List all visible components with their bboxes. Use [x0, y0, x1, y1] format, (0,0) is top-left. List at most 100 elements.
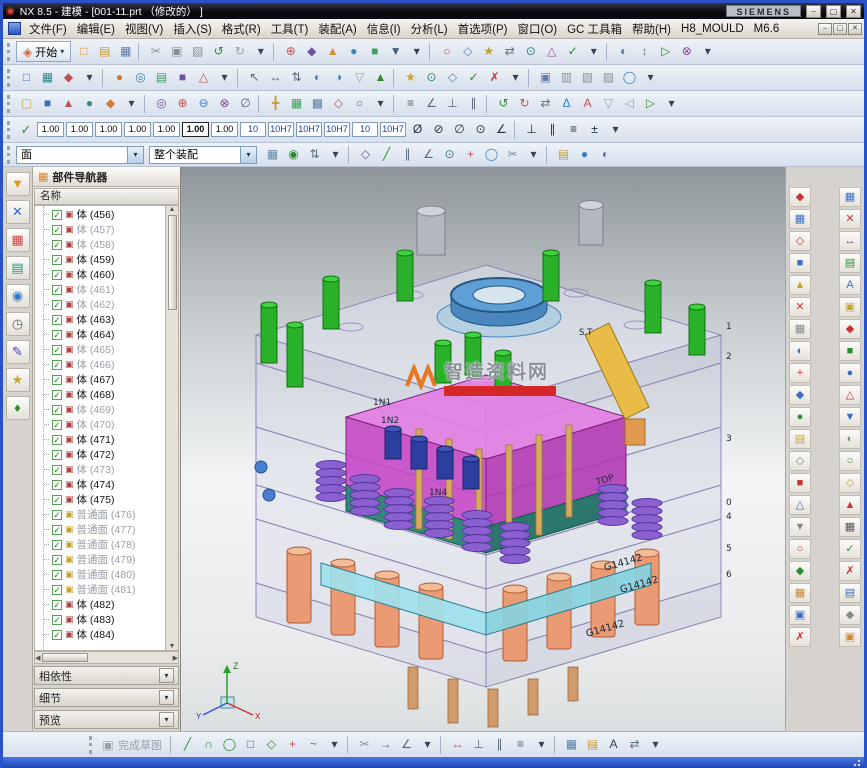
toolbar-icon[interactable]: ⇄ [535, 93, 556, 114]
toolbar-icon[interactable]: ▦ [561, 734, 582, 755]
toolbar-icon[interactable]: ▨ [598, 67, 619, 88]
list-item[interactable]: ✓ ▣ 体 (458) [44, 237, 165, 252]
toolbar-icon[interactable]: ◆ [839, 605, 861, 625]
toolbar-icon[interactable]: ✗ [789, 627, 811, 647]
toolbar-icon[interactable] [546, 146, 551, 164]
toolbar-icon[interactable]: ▾ [406, 41, 427, 62]
list-item[interactable]: ✓ ▣ 体 (467) [44, 372, 165, 387]
menu-item[interactable]: H8_MOULD [676, 22, 749, 36]
toolbar-icon[interactable]: ◇ [839, 473, 861, 493]
list-item[interactable]: ✓ ▣ 体 (466) [44, 357, 165, 372]
scrollbar-thumb[interactable] [42, 653, 88, 662]
toolbar-icon[interactable]: ▾ [523, 144, 544, 165]
list-item[interactable]: ✓ ▣ 体 (463) [44, 312, 165, 327]
locating-cylinders[interactable] [417, 201, 603, 256]
chevron-down-icon[interactable]: ▾ [159, 712, 174, 727]
toolbar-icon[interactable]: ▾ [505, 67, 526, 88]
visibility-checkbox[interactable]: ✓ [52, 210, 62, 220]
toolbar-icon[interactable]: ▤ [553, 144, 574, 165]
visibility-checkbox[interactable]: ✓ [52, 450, 62, 460]
toolbar-icon[interactable]: ∠ [418, 144, 439, 165]
toolbar-icon[interactable]: ⊥ [468, 734, 489, 755]
minimize-button[interactable]: – [806, 5, 821, 18]
toolbar-icon[interactable]: ◇ [789, 451, 811, 471]
toolbar-icon[interactable]: ▤ [839, 253, 861, 273]
toolbar-icon[interactable]: ▾ [640, 67, 661, 88]
tolerance-field[interactable]: 10H7 [324, 122, 350, 137]
toolbar-icon[interactable]: ● [79, 93, 100, 114]
visibility-checkbox[interactable]: ✓ [52, 465, 62, 475]
resource-bar-icon[interactable]: ▤ [6, 256, 30, 280]
toolbar-icon[interactable]: ◯ [481, 144, 502, 165]
toolbar-icon[interactable]: ~ [303, 734, 324, 755]
chevron-down-icon[interactable]: ▾ [128, 146, 144, 164]
toolbar-icon[interactable]: ◆ [301, 41, 322, 62]
toolbar-icon[interactable]: ✕ [789, 297, 811, 317]
toolbar-icon[interactable]: ⊕ [172, 93, 193, 114]
value-field[interactable]: 1.00 [37, 122, 64, 137]
visibility-checkbox[interactable]: ✓ [52, 495, 62, 505]
toolbar-icon[interactable]: ± [584, 119, 605, 140]
menu-item[interactable]: 文件(F) [24, 20, 72, 38]
list-item[interactable]: ✓ ▣ 体 (462) [44, 297, 165, 312]
list-item[interactable]: ✓ ▣ 体 (456) [44, 207, 165, 222]
resource-bar-icon[interactable]: ✕ [6, 200, 30, 224]
value-field[interactable]: 1.00 [211, 122, 238, 137]
toolbar-icon[interactable]: ⊥ [442, 93, 463, 114]
visibility-checkbox[interactable]: ✓ [52, 615, 62, 625]
list-item[interactable]: ✓ ▣ 体 (457) [44, 222, 165, 237]
list-item[interactable]: ✓ ▣ 体 (464) [44, 327, 165, 342]
toolbar-icon[interactable]: ◇ [355, 144, 376, 165]
menu-item[interactable]: 工具(T) [266, 20, 314, 38]
toolbar-icon[interactable]: ▾ [645, 734, 666, 755]
toolbar-icon[interactable]: ▤ [839, 583, 861, 603]
mdi-close-button[interactable]: ✕ [848, 23, 862, 35]
toolbar-icon[interactable]: ▧ [577, 67, 598, 88]
3d-viewport[interactable]: S.T TOP 1N1 1N2 1N4 G14142 G14142 G14142… [181, 167, 785, 731]
toolbar-icon[interactable]: ∥ [463, 93, 484, 114]
visibility-checkbox[interactable]: ✓ [52, 510, 62, 520]
visibility-checkbox[interactable]: ✓ [52, 315, 62, 325]
maximize-button[interactable]: ▢ [826, 5, 841, 18]
visibility-checkbox[interactable]: ✓ [52, 345, 62, 355]
menu-item[interactable]: 首选项(P) [453, 20, 513, 38]
toolbar-icon[interactable]: ⇄ [499, 41, 520, 62]
tolerance-field[interactable]: 10 [352, 122, 378, 137]
toolbar-icon[interactable]: ╋ [265, 93, 286, 114]
toolbar-icon[interactable]: ▾ [370, 93, 391, 114]
toolbar-icon[interactable]: ◉ [283, 144, 304, 165]
toolbar-icon[interactable]: ✓ [562, 41, 583, 62]
toolbar-icon[interactable]: ▣ [789, 605, 811, 625]
toolbar-icon[interactable]: ▾ [417, 734, 438, 755]
chevron-down-icon[interactable]: ▾ [159, 690, 174, 705]
toolbar-icon[interactable]: ↔ [265, 67, 286, 88]
list-item[interactable]: ✓ ▣ 体 (469) [44, 402, 165, 417]
toolbar-icon[interactable]: △ [839, 385, 861, 405]
visibility-checkbox[interactable]: ✓ [52, 540, 62, 550]
toolbar-icon[interactable]: ■ [789, 253, 811, 273]
toolbar-icon[interactable]: ▦ [789, 583, 811, 603]
toolbar-icon[interactable]: A [839, 275, 861, 295]
toolbar-icon[interactable]: A [603, 734, 624, 755]
menu-item[interactable]: 装配(A) [313, 20, 361, 38]
toolbar-icon[interactable]: ▤ [582, 734, 603, 755]
visibility-checkbox[interactable]: ✓ [52, 585, 62, 595]
toolbar-icon[interactable] [393, 69, 398, 87]
toolbar-icon[interactable]: ✂ [145, 41, 166, 62]
toolbar-icon[interactable] [429, 43, 434, 61]
list-item[interactable]: ✓ ▣ 体 (465) [44, 342, 165, 357]
toolbar-icon[interactable] [144, 95, 149, 113]
toolbar-icon[interactable]: ◐ [839, 429, 861, 449]
toolbar-icon[interactable]: ■ [789, 473, 811, 493]
resource-bar-icon[interactable]: ♦ [6, 396, 30, 420]
toolbar-icon[interactable]: → [375, 734, 396, 755]
toolbar-icon[interactable]: ∠ [491, 119, 512, 140]
visibility-checkbox[interactable]: ✓ [52, 420, 62, 430]
toolbar-icon[interactable]: ∥ [397, 144, 418, 165]
toolbar-icon[interactable]: ▲ [839, 495, 861, 515]
collapsible-section-header[interactable]: 相依性 ▾ [34, 666, 179, 685]
vertical-scrollbar[interactable]: ▲ ▼ [165, 206, 178, 650]
scroll-right-icon[interactable]: ▶ [173, 654, 178, 662]
toolbar-icon[interactable]: ▾ [531, 734, 552, 755]
menu-item[interactable]: M6.6 [749, 22, 785, 36]
